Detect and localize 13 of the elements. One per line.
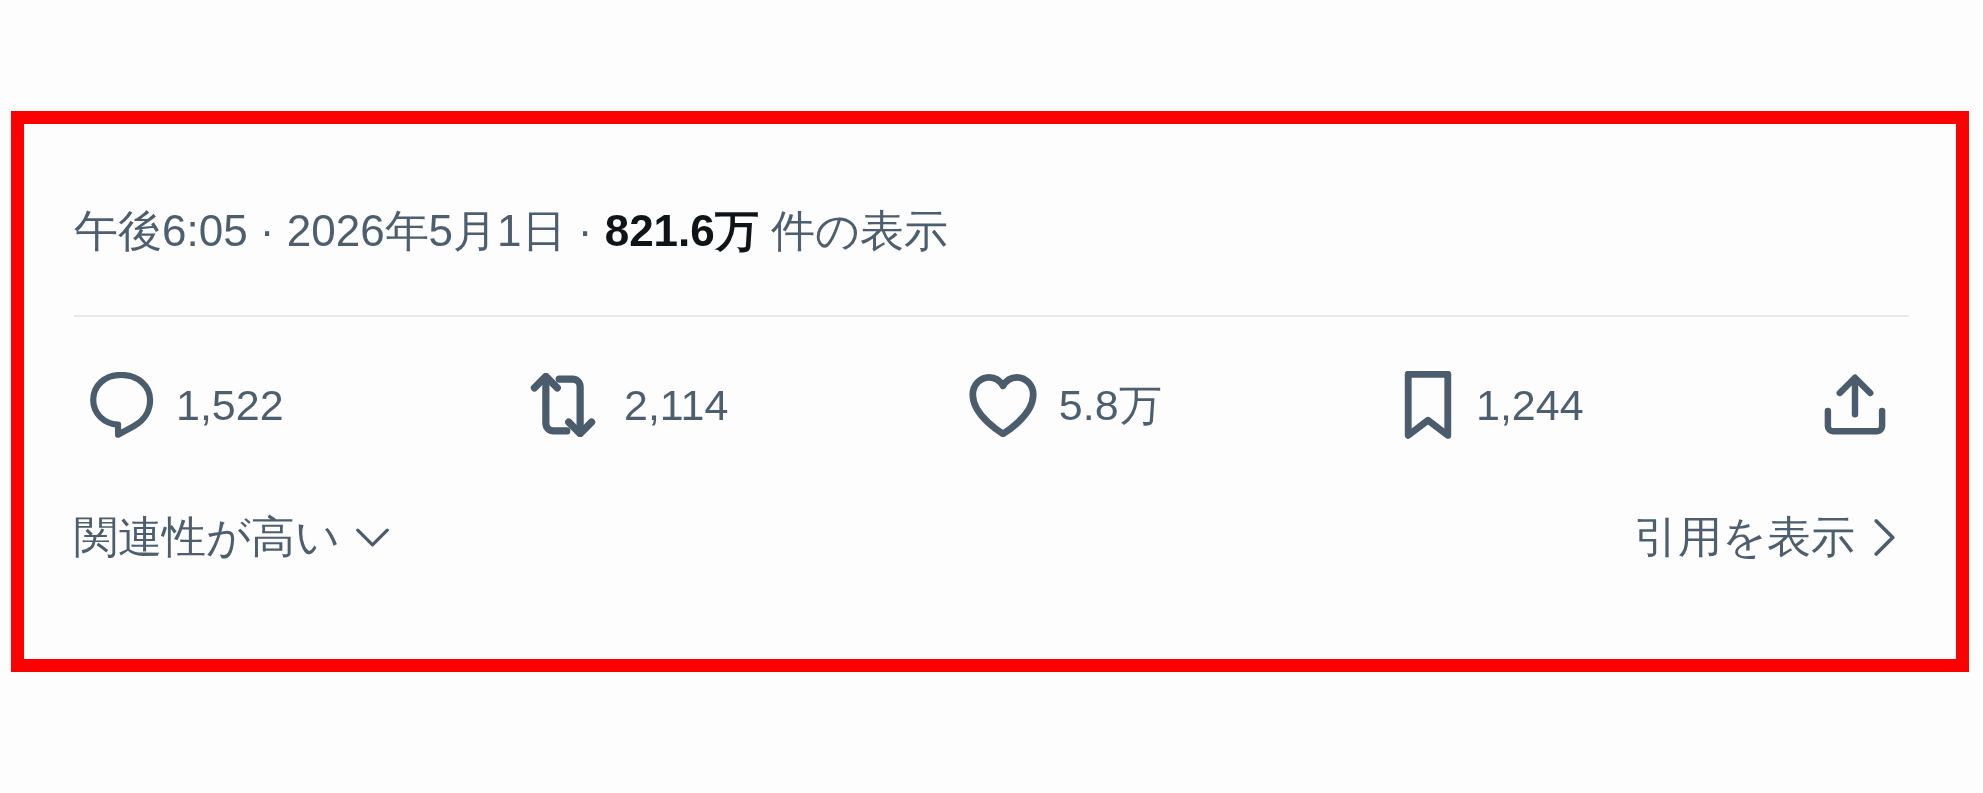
view-quotes-link[interactable]: 引用を表示 [1634, 510, 1895, 564]
speech-bubble-icon [88, 372, 154, 438]
post-meta-text: 午後6:05 · 2026年5月1日 · 821.6万 件の表示 [74, 205, 948, 257]
sort-dropdown[interactable]: 関連性が高い [74, 510, 389, 564]
bookmark-icon [1402, 371, 1454, 439]
chevron-down-icon [356, 527, 389, 547]
repost-button[interactable]: 2,114 [524, 371, 729, 439]
bookmark-button[interactable]: 1,244 [1402, 371, 1584, 439]
share-button[interactable] [1824, 374, 1886, 436]
like-button[interactable]: 5.8万 [968, 371, 1162, 439]
heart-icon [968, 373, 1037, 437]
chevron-right-icon [1874, 518, 1895, 556]
reply-button[interactable]: 1,522 [88, 371, 284, 439]
